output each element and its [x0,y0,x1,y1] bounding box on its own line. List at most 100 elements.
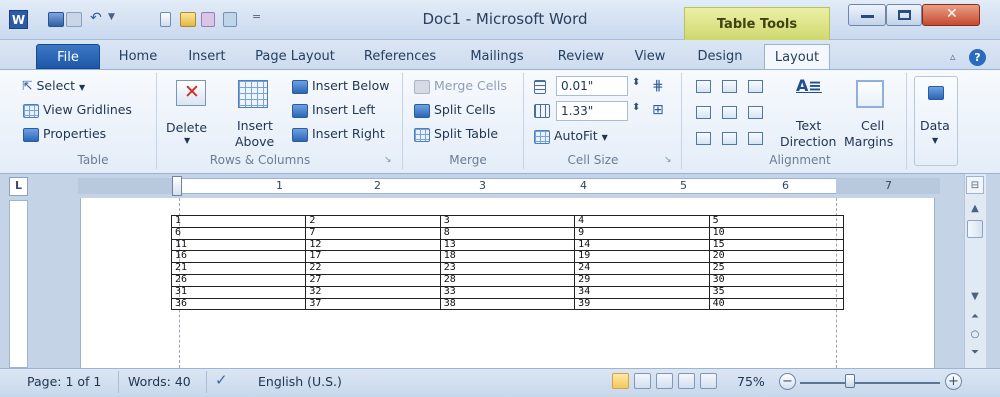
table-cell[interactable]: 23 [439,262,576,275]
align-top-center-icon[interactable] [722,80,737,93]
table-cell[interactable]: 26 [170,273,307,287]
table-cell[interactable]: 9 [574,226,710,240]
tab-home[interactable]: Home [112,47,164,69]
table-row[interactable]: 21 22 23 24 25 [170,262,845,275]
tab-references[interactable]: References [358,47,442,69]
cell-margins-label-1[interactable]: Cell [861,118,884,133]
table-row[interactable]: 36 37 38 39 40 [170,297,845,311]
format-icon[interactable] [201,12,215,27]
dialog-launcher-icon[interactable]: ↘ [664,155,672,165]
align-center-left-icon[interactable] [696,106,711,119]
view-gridlines-button[interactable]: View Gridlines [43,102,132,117]
text-direction-label-2[interactable]: Direction [780,134,836,149]
table-cell[interactable]: 24 [574,262,710,275]
table-row[interactable]: 11 12 13 14 15 [170,238,845,252]
table-row[interactable]: 12345 [170,215,845,228]
table-cell[interactable]: 16 [170,250,307,264]
tab-review[interactable]: Review [550,47,612,69]
table-row[interactable]: 26 27 28 29 30 [170,273,845,287]
tab-page-layout[interactable]: Page Layout [250,47,340,69]
text-direction-label-1[interactable]: Text [796,118,821,133]
text-direction-icon[interactable]: A≡ [796,76,830,104]
language-indicator[interactable]: English (U.S.) [258,374,342,389]
tab-view[interactable]: View [628,47,672,69]
page-count[interactable]: Page: 1 of 1 [27,374,101,389]
width-spinner-icon[interactable]: ⬍ [632,102,640,113]
tab-selector-button[interactable]: L [9,177,28,196]
merge-cells-button[interactable]: Merge Cells [434,78,507,93]
table-cell[interactable]: 31 [170,285,307,299]
previous-page-icon[interactable]: ⏶ [966,308,984,326]
table-cell[interactable]: 33 [439,285,576,299]
align-bottom-center-icon[interactable] [722,132,737,145]
web-layout-icon[interactable] [656,373,673,389]
table-cell[interactable]: 32 [305,285,441,299]
tab-file[interactable]: File [36,44,100,69]
table-cell[interactable]: 28 [439,273,576,287]
split-table-button[interactable]: Split Table [434,126,498,141]
align-bottom-left-icon[interactable] [696,132,711,145]
vertical-ruler[interactable] [9,200,28,368]
word-app-icon[interactable]: W [9,10,28,29]
close-button[interactable]: ✕ [922,4,980,26]
document-table[interactable]: 1 2 3 4 5 6 7 8 9 10 11 12 13 14 15 16 17 18 19 20 21 22 23 24 2… [170,215,845,311]
insert-right-button[interactable]: Insert Right [312,126,385,141]
draft-icon[interactable] [700,373,717,389]
table-cell[interactable]: 13 [439,238,576,252]
split-cells-button[interactable]: Split Cells [434,102,496,117]
distribute-rows-icon[interactable]: ⋕ [652,78,664,94]
cell-margins-label-2[interactable]: Margins [844,134,893,149]
table-cell[interactable]: 38 [439,297,576,311]
insert-left-button[interactable]: Insert Left [312,102,375,117]
table-cell[interactable]: 29 [574,273,710,287]
table-row[interactable]: 16 17 18 19 20 [170,250,845,264]
table-cell[interactable]: 3 [439,215,576,228]
table-cell[interactable]: 7 [305,226,441,240]
table-cell[interactable]: 35 [708,285,845,299]
new-doc-icon[interactable] [160,12,171,27]
table-cell[interactable]: 17 [305,250,441,264]
insert-above-label-2[interactable]: Above [235,134,274,149]
zoom-slider-track[interactable] [800,382,940,384]
undo-icon[interactable]: ↶ [90,10,102,26]
table-draw-icon[interactable] [223,12,237,27]
table-cell[interactable]: 40 [708,297,845,311]
table-cell[interactable]: 20 [708,250,845,264]
word-count[interactable]: Words: 40 [128,374,191,389]
minimize-button[interactable] [848,4,886,26]
table-cell[interactable]: 15 [708,238,845,252]
print-layout-icon[interactable] [612,373,629,389]
align-top-left-icon[interactable] [696,80,711,93]
row-height-input[interactable]: 0.01" [556,76,628,96]
table-cell[interactable]: 10 [708,226,845,240]
zoom-level[interactable]: 75% [737,374,765,389]
align-bottom-right-icon[interactable] [748,132,763,145]
maximize-button[interactable] [886,4,922,26]
table-cell[interactable]: 2 [305,215,441,228]
height-spinner-icon[interactable]: ⬍ [632,77,640,88]
tab-mailings[interactable]: Mailings [462,47,532,69]
table-cell[interactable]: 11 [170,238,307,252]
save-icon[interactable] [48,12,64,27]
tab-design[interactable]: Design [690,47,750,69]
horizontal-ruler[interactable] [78,178,940,194]
table-row[interactable]: 6 7 8 9 10 [170,226,845,240]
scroll-up-icon[interactable]: ▲ [966,200,984,218]
outline-icon[interactable] [678,373,695,389]
table-cell[interactable]: 30 [708,273,845,287]
zoom-in-icon[interactable]: + [945,373,962,390]
minimize-ribbon-icon[interactable]: ▵ [950,50,956,63]
tab-layout[interactable]: Layout [764,44,830,70]
qat-icon[interactable] [66,12,82,27]
insert-above-icon[interactable] [238,80,268,108]
table-cell[interactable]: 25 [708,262,845,275]
delete-button[interactable]: Delete [166,120,207,135]
align-top-right-icon[interactable] [748,80,763,93]
scroll-thumb[interactable] [967,220,983,238]
table-cell[interactable]: 12 [305,238,441,252]
table-row[interactable]: 31 32 33 34 35 [170,285,845,299]
table-cell[interactable]: 6 [170,226,307,240]
column-width-input[interactable]: 1.33" [556,101,628,121]
chevron-down-icon[interactable]: ▼ [108,12,115,22]
table-cell[interactable]: 34 [574,285,710,299]
